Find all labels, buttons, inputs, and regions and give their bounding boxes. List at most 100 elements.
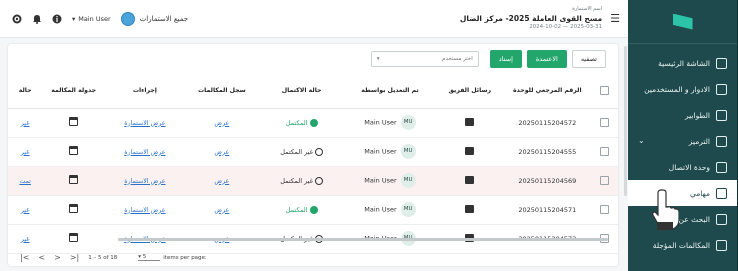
view-form-link[interactable]: عرض الاستمارة [124,120,165,127]
cell-ref: 20250115204555 [504,137,591,167]
chevron-down-icon: ▾ [72,15,76,23]
approve-button[interactable]: الاعتمدة [526,50,567,68]
view-form-link[interactable]: عرض الاستمارة [124,149,165,156]
chat-icon[interactable] [465,146,475,155]
first-page-icon[interactable]: |< [20,253,29,262]
status-link[interactable]: تمت [19,178,31,185]
cell-team-messages [435,195,504,225]
completion-label: المكتمل [285,205,308,214]
next-page-icon[interactable]: > [54,253,61,262]
filter-button[interactable]: تصفيه [571,50,606,68]
chat-icon[interactable] [465,175,475,184]
sidebar-item-search[interactable]: البحث عن [628,206,737,232]
sidebar-item-my-tasks[interactable]: مهامي [628,180,737,206]
view-call-log-link[interactable]: عرض [214,120,229,127]
bell-icon[interactable] [32,14,42,24]
modified-by-name: Main User [364,147,397,156]
view-call-log-link[interactable]: عرض [214,207,229,214]
sidebar-item-roles-users[interactable]: الادوار و المستخدمين [628,76,737,102]
chat-icon[interactable] [465,204,475,213]
logo [628,0,737,44]
chevron-down-icon: ▾ [376,56,380,62]
top-bar: ☰ اسم الاستمارة مسح القوى العاملة 2025- … [0,0,628,38]
status-link[interactable]: غير [21,120,30,127]
horizontal-scrollbar[interactable] [118,238,608,241]
settings-icon[interactable] [12,14,22,24]
cell-team-messages [435,137,504,167]
view-call-log-link[interactable]: عرض [214,178,229,185]
table-row[interactable]: 20250115204555 MUMain User غير المكتمل عرض ع… [8,137,618,167]
items-per-page-select[interactable]: ▾ 5 [138,254,161,261]
logo-mark [672,13,693,30]
calendar-icon[interactable] [69,146,79,155]
cell-select [590,137,618,167]
modified-by-name: Main User [364,118,397,127]
sidebar-item-contact-unit[interactable]: وحدة الاتصال [628,154,737,180]
sidebar-item-label: وحدة الاتصال [668,162,710,172]
calendar-icon[interactable] [69,233,79,242]
status-link[interactable]: غير [21,207,30,214]
cell-completion: غير المكتمل [258,166,345,196]
user-select[interactable]: اختر مستخدم ▾ [370,51,479,67]
sidebar-item-queues[interactable]: الطوابير [628,102,737,128]
cell-select [590,108,618,138]
table-row[interactable]: 20250115204569 MUMain User غير المكتمل عرض ع… [8,166,618,196]
sidebar-item-coding[interactable]: الترميز ⌄ [628,128,737,154]
tasks-card: تصفيه الاعتمدة إسناد اختر مستخدم ▾ الرقم… [8,44,618,266]
modified-by-name: Main User [364,176,397,185]
chat-icon[interactable] [465,117,475,126]
user-menu[interactable]: Main User ▾ [72,15,111,23]
calendar-icon[interactable] [69,117,79,126]
header-select [590,74,618,109]
view-call-log-link[interactable]: عرض [214,149,229,156]
row-checkbox[interactable] [599,176,609,185]
cell-select [590,195,618,225]
header-status[interactable]: حالة [8,74,43,109]
last-page-icon[interactable]: >| [70,253,79,262]
completion-status: غير المكتمل [280,147,324,156]
cell-status: غير [8,137,43,167]
header-modified-by[interactable]: تم التعديل بواسطة [344,74,436,109]
cell-status: غير [8,108,43,138]
items-per-page[interactable]: ▾ 5 items per page: [138,254,207,261]
view-form-link[interactable]: عرض الاستمارة [124,207,165,214]
calendar-icon[interactable] [69,175,79,184]
header-call-log[interactable]: سجل المكالمات [184,74,259,109]
header-ref[interactable]: الرقم المرجعي للوحدة [504,74,591,109]
completion-status: غير المكتمل [280,176,324,185]
sidebar-item-home[interactable]: الشاشة الرئيسية [628,50,737,76]
select-all-checkbox[interactable] [599,86,609,96]
header-actions[interactable]: إجراءات [104,74,185,109]
survey-selector[interactable]: جميع الاستمارات [120,12,188,26]
row-checkbox[interactable] [599,147,609,156]
info-icon[interactable] [52,14,62,24]
status-link[interactable]: غير [21,149,30,156]
status-link[interactable]: غير [21,236,30,243]
tasks-icon [716,187,727,199]
table-row[interactable]: 20250115204572 MUMain User المكتمل عرض عرض ا… [8,108,618,138]
header-completion[interactable]: حالة الاكتمال [258,74,345,109]
calendar-icon[interactable] [69,204,79,213]
header-schedule[interactable]: جدولة المكالمة [42,74,105,109]
hamburger-menu-icon[interactable]: ☰ [610,12,620,25]
table-row[interactable]: 20250115204571 MUMain User المكتمل عرض عرض ا… [8,195,618,225]
cell-call-log: عرض [184,108,259,138]
row-checkbox[interactable] [599,205,609,214]
sidebar-item-label: الطوابير [685,110,710,120]
cell-team-messages [435,108,504,138]
phone-icon [716,161,727,173]
cell-completion: المكتمل [258,108,345,138]
header-team-messages[interactable]: رسائل الفريق [435,74,504,109]
row-checkbox[interactable] [599,118,609,127]
cell-actions: عرض الاستمارة [104,137,185,167]
cell-modified-by: MUMain User [344,195,436,225]
assign-button[interactable]: إسناد [489,50,522,68]
vertical-scrollbar[interactable] [624,46,627,196]
queue-icon [716,109,727,121]
sidebar-item-deferred-calls[interactable]: المكالمات المؤجلة [628,232,737,258]
top-actions: جميع الاستمارات Main User ▾ [12,12,188,26]
prev-page-icon[interactable]: < [38,253,45,262]
table-header-row: الرقم المرجعي للوحدة رسائل الفريق تم الت… [8,74,618,109]
check-circle-icon [309,118,318,127]
view-form-link[interactable]: عرض الاستمارة [124,178,165,185]
